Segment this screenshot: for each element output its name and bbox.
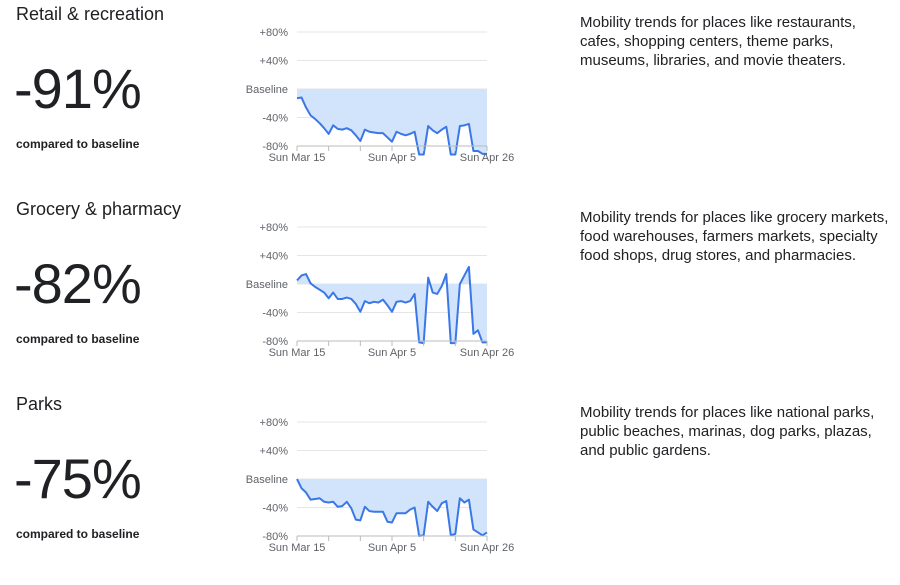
x-tick-label: Sun Apr 26 [460,542,514,554]
mobility-chart: +80%+40%Baseline-40%-80%Sun Mar 15Sun Ap… [240,20,530,170]
category-section: Grocery & pharmacy -82% compared to base… [0,195,900,390]
mobility-chart: +80%+40%Baseline-40%-80%Sun Mar 15Sun Ap… [240,410,530,560]
y-tick-label: +80% [260,417,289,429]
compared-label: compared to baseline [16,137,139,151]
compared-label: compared to baseline [16,527,139,541]
x-tick-label: Sun Mar 15 [269,347,326,359]
category-description: Mobility trends for places like national… [580,403,890,460]
area-fill [297,89,487,155]
compared-label: compared to baseline [16,332,139,346]
y-tick-label: +40% [260,251,289,263]
category-section: Retail & recreation -91% compared to bas… [0,0,900,195]
category-title: Parks [16,394,62,415]
y-tick-label: +80% [260,27,289,39]
x-tick-label: Sun Mar 15 [269,542,326,554]
y-tick-label: Baseline [246,279,288,291]
y-tick-label: -40% [262,503,288,515]
x-tick-label: Sun Mar 15 [269,152,326,164]
category-description: Mobility trends for places like restaura… [580,13,890,70]
category-description: Mobility trends for places like grocery … [580,208,890,265]
category-title: Grocery & pharmacy [16,199,181,220]
y-tick-label: Baseline [246,84,288,96]
category-section: Parks -75% compared to baseline +80% +40%… [0,390,900,585]
change-value: -75% [14,446,141,511]
mobility-chart: +80%+40%Baseline-40%-80%Sun Mar 15Sun Ap… [240,215,530,365]
change-value: -82% [14,251,141,316]
y-tick-label: +40% [260,446,289,458]
x-tick-label: Sun Apr 5 [368,347,416,359]
category-title: Retail & recreation [16,4,164,25]
change-value: -91% [14,56,141,121]
x-tick-label: Sun Apr 5 [368,152,416,164]
x-tick-label: Sun Apr 26 [460,152,514,164]
y-tick-label: +40% [260,56,289,68]
y-tick-label: -40% [262,308,288,320]
x-tick-label: Sun Apr 26 [460,347,514,359]
y-tick-label: +80% [260,222,289,234]
x-tick-label: Sun Apr 5 [368,542,416,554]
y-tick-label: -40% [262,113,288,125]
y-tick-label: Baseline [246,474,288,486]
